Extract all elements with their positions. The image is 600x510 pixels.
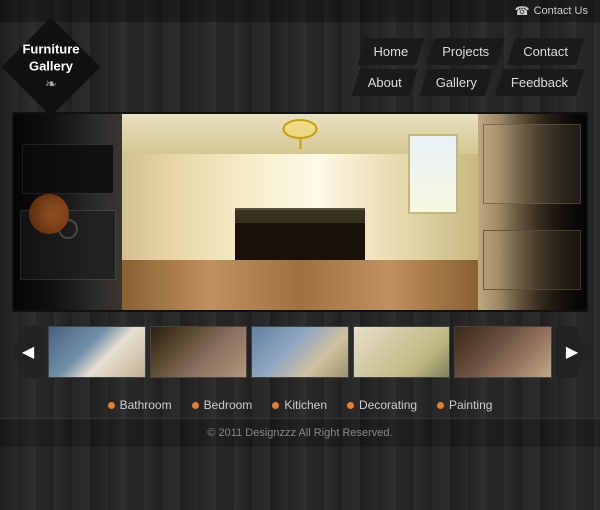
prev-arrow[interactable]: ◀: [12, 326, 44, 378]
category-bedroom[interactable]: Bedroom: [192, 398, 253, 412]
category-dot-painting: [437, 402, 444, 409]
logo-container: Furniture Gallery ❧: [16, 32, 96, 102]
category-label-bathroom: Bathroom: [120, 398, 172, 412]
nav-container: Home Projects Contact About Gallery Feed…: [352, 38, 584, 96]
header: Furniture Gallery ❧ Home Projects Contac…: [0, 22, 600, 112]
phone-icon: ☎: [515, 4, 530, 18]
category-dot-decorating: [347, 402, 354, 409]
nav-contact[interactable]: Contact: [507, 38, 584, 65]
category-label-decorating: Decorating: [359, 398, 417, 412]
window: [408, 134, 458, 214]
kitchen-photo: [14, 114, 586, 310]
kitchen-center: [122, 114, 478, 310]
right-cabinet-lower: [483, 230, 581, 290]
top-bar: ☎ Contact Us: [0, 0, 600, 22]
logo-text-wrapper: Furniture Gallery ❧: [22, 42, 79, 93]
category-bathroom[interactable]: Bathroom: [108, 398, 172, 412]
category-bar: Bathroom Bedroom Kitichen Decorating Pai…: [0, 392, 600, 418]
category-dot-bathroom: [108, 402, 115, 409]
main-image: [12, 112, 588, 312]
kitchen-right-panel: [478, 114, 586, 310]
category-label-kitchen: Kitichen: [284, 398, 327, 412]
logo-line2: Gallery: [22, 59, 79, 76]
thumbnails-container: [44, 326, 556, 378]
category-label-bedroom: Bedroom: [204, 398, 253, 412]
nav-row-1: Home Projects Contact: [358, 38, 584, 65]
thumb-decorating[interactable]: [353, 326, 451, 378]
chandelier: [283, 119, 318, 149]
thumb-bathroom[interactable]: [48, 326, 146, 378]
kitchen-left-panel: [14, 114, 122, 310]
logo-swirl-icon: ❧: [22, 75, 79, 92]
nav-gallery[interactable]: Gallery: [420, 69, 493, 96]
logo-diamond: Furniture Gallery ❧: [2, 18, 101, 117]
contact-us-label: Contact Us: [534, 5, 588, 17]
nav-projects[interactable]: Projects: [426, 38, 505, 65]
floor: [122, 260, 478, 310]
thumb-painting[interactable]: [454, 326, 552, 378]
category-label-painting: Painting: [449, 398, 492, 412]
category-dot-kitchen: [272, 402, 279, 409]
nav-home[interactable]: Home: [358, 38, 425, 65]
logo-line1: Furniture: [22, 42, 79, 59]
thumb-kitchen[interactable]: [251, 326, 349, 378]
footer-text: © 2011 Designzzz All Right Reserved.: [207, 427, 392, 439]
category-dot-bedroom: [192, 402, 199, 409]
contact-us-link[interactable]: ☎ Contact Us: [515, 4, 588, 18]
thumbnail-strip: ◀ ▶: [0, 318, 600, 386]
nav-row-2: About Gallery Feedback: [352, 69, 584, 96]
microwave: [22, 144, 114, 194]
category-decorating[interactable]: Decorating: [347, 398, 417, 412]
thumb-bedroom[interactable]: [150, 326, 248, 378]
category-kitchen[interactable]: Kitichen: [272, 398, 327, 412]
category-painting[interactable]: Painting: [437, 398, 492, 412]
nav-about[interactable]: About: [352, 69, 418, 96]
nav-feedback[interactable]: Feedback: [495, 69, 584, 96]
footer: © 2011 Designzzz All Right Reserved.: [0, 418, 600, 447]
next-arrow[interactable]: ▶: [556, 326, 588, 378]
copper-pot: [29, 194, 69, 234]
right-cabinet-upper: [483, 124, 581, 204]
